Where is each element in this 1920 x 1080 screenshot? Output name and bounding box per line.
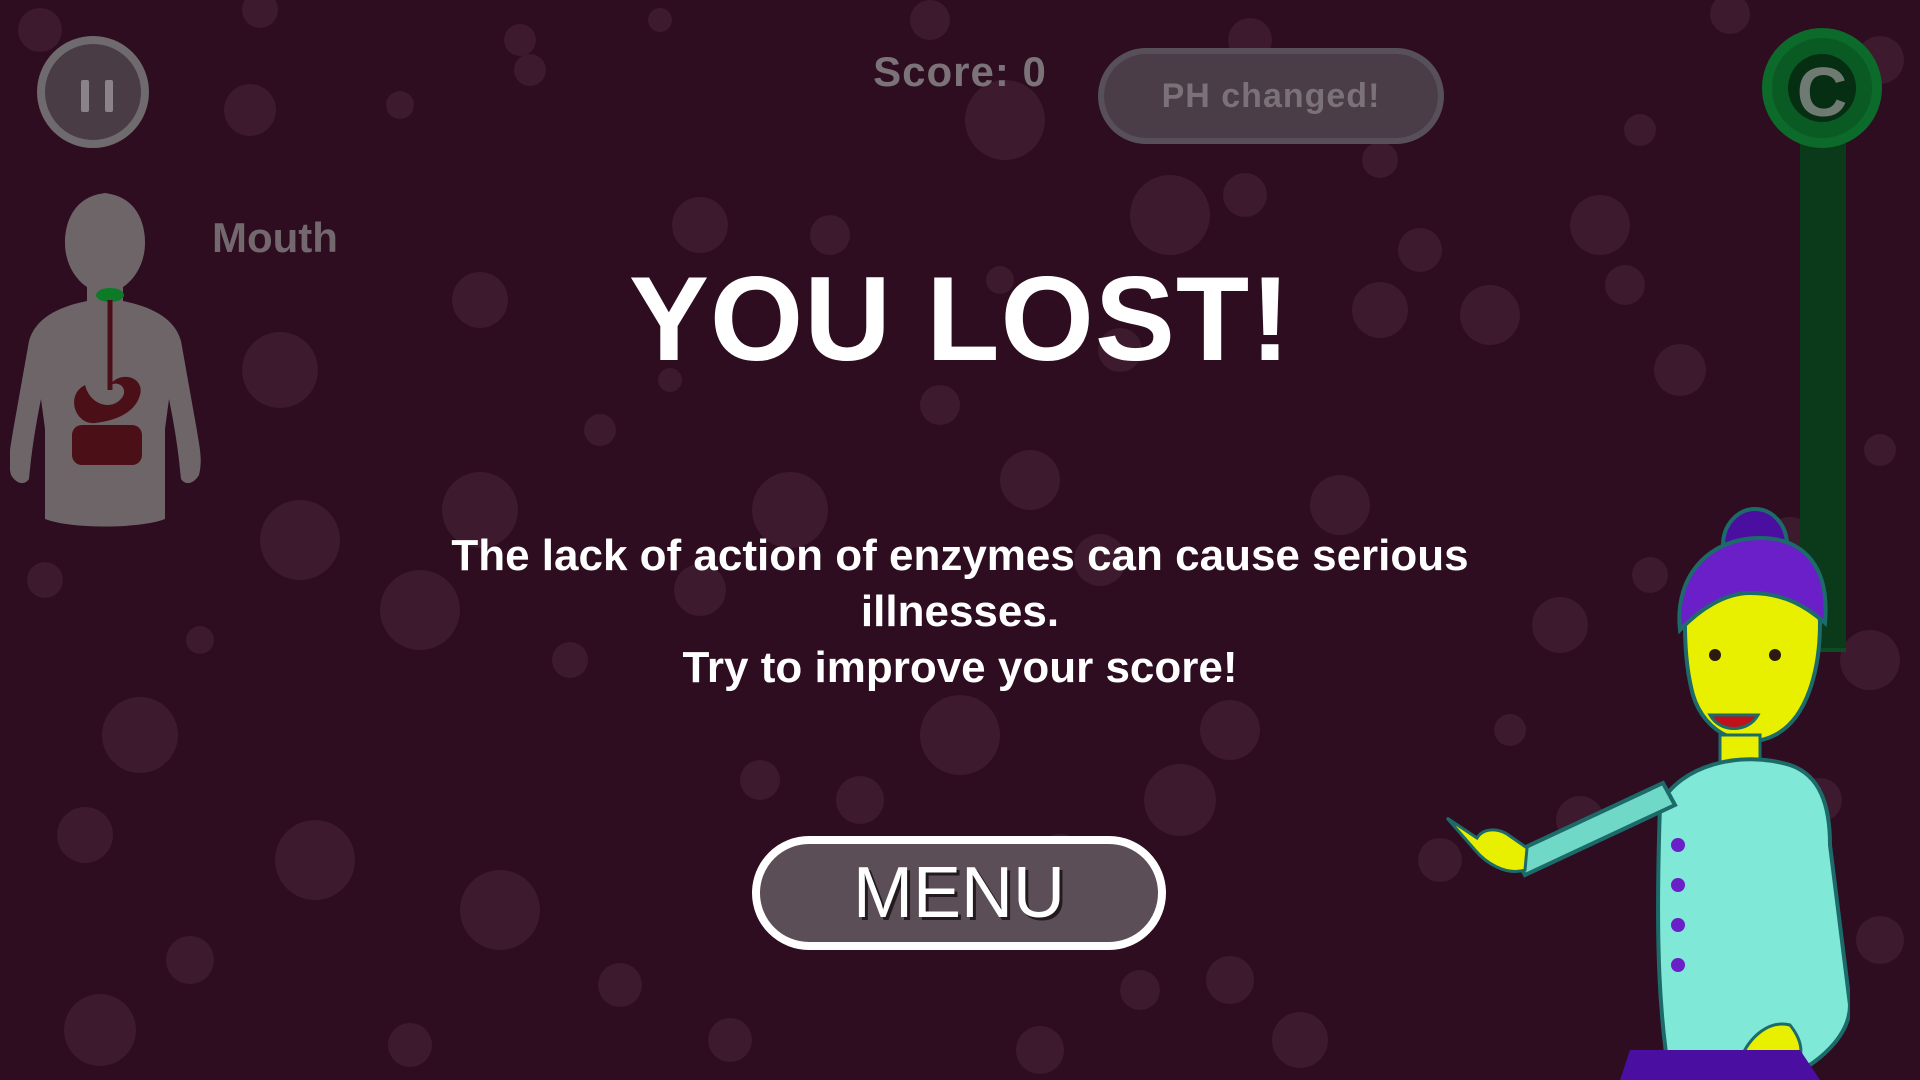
game-screen: Score: 0 PH changed! Mouth C YOU LOST! T… [0,0,1920,1080]
digestive-system-body-icon [10,193,201,527]
ph-meter-letter: C [1796,53,1848,131]
teacher-character [1445,507,1850,1080]
ph-meter-knob: C [1762,28,1882,148]
pause-icon [81,80,89,112]
game-over-title: YOU LOST! [628,252,1292,386]
menu-button[interactable]: MENU [752,836,1166,950]
score-display: Score: 0 [873,48,1047,95]
pause-button[interactable] [37,36,149,148]
ph-notification-badge: PH changed! [1098,48,1444,144]
organ-label: Mouth [212,214,338,261]
